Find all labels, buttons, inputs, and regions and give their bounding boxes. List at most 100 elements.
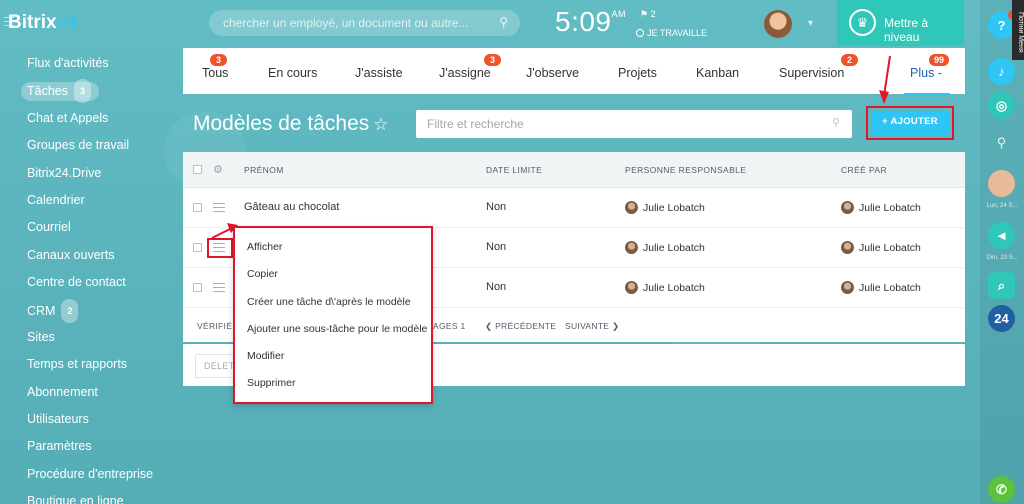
select-all-checkbox[interactable]	[193, 165, 202, 174]
sidebar-item-label: Canaux ouverts	[27, 247, 115, 262]
sidebar-item-label: Utilisateurs	[27, 412, 89, 427]
gear-icon[interactable]: ⚙	[213, 163, 223, 176]
column-header-name[interactable]: PRÉNOM	[244, 165, 284, 175]
document-search-icon[interactable]: ⌕	[988, 272, 1015, 299]
sidebar-item-label: Flux d'activités	[27, 56, 109, 70]
sidebar-item-workflows[interactable]: Procédure d'entreprise	[0, 463, 170, 490]
creator-person[interactable]: Julie Lobatch	[841, 281, 921, 294]
prev-page-link[interactable]: ❮ PRÉCÉDENTE	[485, 321, 556, 332]
user-avatar[interactable]	[764, 10, 792, 38]
table-row[interactable]: Gâteau au chocolat Non Julie Lobatch Jul…	[183, 188, 965, 228]
vertical-side-tab[interactable]: Потiни Меня	[1012, 0, 1024, 60]
row-menu-icon[interactable]	[213, 203, 225, 215]
help-icon[interactable]: ?	[988, 10, 1018, 39]
bell-icon[interactable]: ♪	[988, 58, 1015, 85]
bitrix24-icon[interactable]: 24	[988, 305, 1015, 332]
megaphone-icon[interactable]: ◄	[988, 222, 1015, 249]
sidebar-item-users[interactable]: Utilisateurs	[0, 408, 170, 435]
deadline-value: Non	[486, 241, 507, 253]
tab-in-progress[interactable]: En cours	[268, 66, 317, 80]
tab-label: Kanban	[696, 66, 740, 80]
add-button[interactable]: + AJOUTER	[871, 111, 949, 135]
flag-counter[interactable]: ⚑ 2	[640, 9, 656, 20]
sidebar-item-workgroups[interactable]: Groupes de travail	[0, 134, 170, 161]
task-name-link[interactable]: Gâteau au chocolat	[244, 201, 339, 213]
logo[interactable]: Bitrix24	[8, 12, 78, 34]
sidebar-item-subscription[interactable]: Abonnement	[0, 381, 170, 408]
sidebar-item-label: Temps et rapports	[27, 357, 128, 372]
tab-kanban[interactable]: Kanban	[696, 66, 739, 80]
sidebar-item-feed[interactable]: Flux d'activités	[0, 52, 170, 79]
upgrade-button[interactable]: ♛ Mettre à niveau	[837, 0, 964, 46]
search-placeholder: chercher un employé, un document ou autr…	[223, 16, 469, 30]
row-menu-icon[interactable]	[213, 283, 225, 295]
search-icon[interactable]: ⚲	[832, 116, 840, 129]
sidebar-item-label: Sites	[27, 329, 55, 344]
person-name: Julie Lobatch	[643, 202, 705, 214]
sidebar-item-label: Bitrix24.Drive	[27, 165, 102, 180]
sidebar-counter-badge: 3	[74, 79, 92, 104]
tab-label: Projets	[618, 66, 657, 80]
creator-person[interactable]: Julie Lobatch	[841, 241, 921, 254]
star-icon[interactable]: ☆	[373, 115, 388, 134]
row-checkbox[interactable]	[193, 283, 202, 292]
sidebar-item-contact-center[interactable]: Centre de contact	[0, 271, 170, 298]
clock-time: 5:09	[555, 6, 612, 37]
tab-label: J'assiste	[355, 66, 403, 80]
chevron-down-icon[interactable]: ▾	[808, 18, 813, 29]
responsible-person[interactable]: Julie Lobatch	[625, 281, 705, 294]
row-menu-highlight	[207, 238, 233, 258]
tab-supervision[interactable]: 2 Supervision	[779, 54, 858, 80]
menu-item-copy[interactable]: Copier	[235, 263, 431, 290]
tab-assisting[interactable]: J'assiste	[355, 66, 403, 80]
person-name: Julie Lobatch	[859, 282, 921, 294]
sidebar-item-time-reports[interactable]: Temps et rapports	[0, 353, 170, 380]
sidebar-item-label: Abonnement	[27, 384, 98, 399]
sidebar-item-label: Boutique en ligne	[27, 494, 124, 504]
column-header-responsible[interactable]: PERSONNE RESPONSABLE	[625, 165, 746, 175]
sidebar-item-label: Centre de contact	[27, 275, 126, 290]
menu-item-view[interactable]: Afficher	[235, 236, 431, 263]
menu-item-delete[interactable]: Supprimer	[235, 372, 431, 399]
sidebar-item-online-store[interactable]: Boutique en ligne	[0, 490, 170, 504]
tab-assigned[interactable]: 3 J'assigne	[439, 54, 501, 80]
work-status[interactable]: JE TRAVAILLE	[636, 28, 707, 38]
avatar	[625, 241, 638, 254]
menu-item-add-subtask[interactable]: Ajouter une sous-tâche pour le modèle	[235, 318, 431, 345]
sidebar-item-calendar[interactable]: Calendrier	[0, 189, 170, 216]
creator-person[interactable]: Julie Lobatch	[841, 201, 921, 214]
sidebar-item-mail[interactable]: Courriel	[0, 216, 170, 243]
sidebar-item-open-channels[interactable]: Canaux ouverts	[0, 244, 170, 271]
column-header-deadline[interactable]: DATE LIMITE	[486, 165, 542, 175]
responsible-person[interactable]: Julie Lobatch	[625, 201, 705, 214]
sidebar-item-drive[interactable]: Bitrix24.Drive	[0, 162, 170, 189]
sidebar-item-tasks[interactable]: Tâches 3	[0, 79, 170, 106]
tab-projects[interactable]: Projets	[618, 66, 657, 80]
chat-icon[interactable]: ◎	[988, 92, 1015, 119]
sidebar-item-settings[interactable]: Paramètres	[0, 435, 170, 462]
sidebar-item-sites[interactable]: Sites	[0, 326, 170, 353]
logo-text: Bitrix	[8, 12, 57, 33]
tab-label: J'observe	[526, 66, 580, 80]
clock[interactable]: 5:09AM	[555, 6, 626, 38]
search-icon[interactable]: ⚲	[499, 15, 508, 29]
avatar[interactable]	[988, 170, 1015, 197]
menu-item-edit[interactable]: Modifier	[235, 345, 431, 372]
global-search-input[interactable]: chercher un employé, un document ou autr…	[209, 10, 520, 36]
filter-search-input[interactable]: Filtre et recherche ⚲	[416, 110, 852, 138]
column-header-created-by[interactable]: CRÉÉ PAR	[841, 165, 887, 175]
tab-all[interactable]: 3 Tous	[202, 54, 228, 80]
next-page-link[interactable]: SUIVANTE ❯	[565, 321, 619, 332]
responsible-person[interactable]: Julie Lobatch	[625, 241, 705, 254]
menu-item-create-task[interactable]: Créer une tâche d\'après le modèle	[235, 291, 431, 318]
sidebar-item-crm[interactable]: CRM 2	[0, 298, 170, 326]
tab-more[interactable]: 99 Plus -	[904, 54, 950, 95]
tab-observing[interactable]: J'observe	[526, 66, 579, 80]
phone-icon[interactable]: ✆	[988, 476, 1015, 503]
search-icon[interactable]: ⚲	[988, 129, 1015, 156]
row-checkbox[interactable]	[193, 203, 202, 212]
sidebar-item-chat[interactable]: Chat et Appels	[0, 107, 170, 134]
row-checkbox[interactable]	[193, 243, 202, 252]
sidebar-item-label: Calendrier	[27, 192, 85, 207]
sidebar-item-label: Procédure d'entreprise	[27, 466, 154, 481]
